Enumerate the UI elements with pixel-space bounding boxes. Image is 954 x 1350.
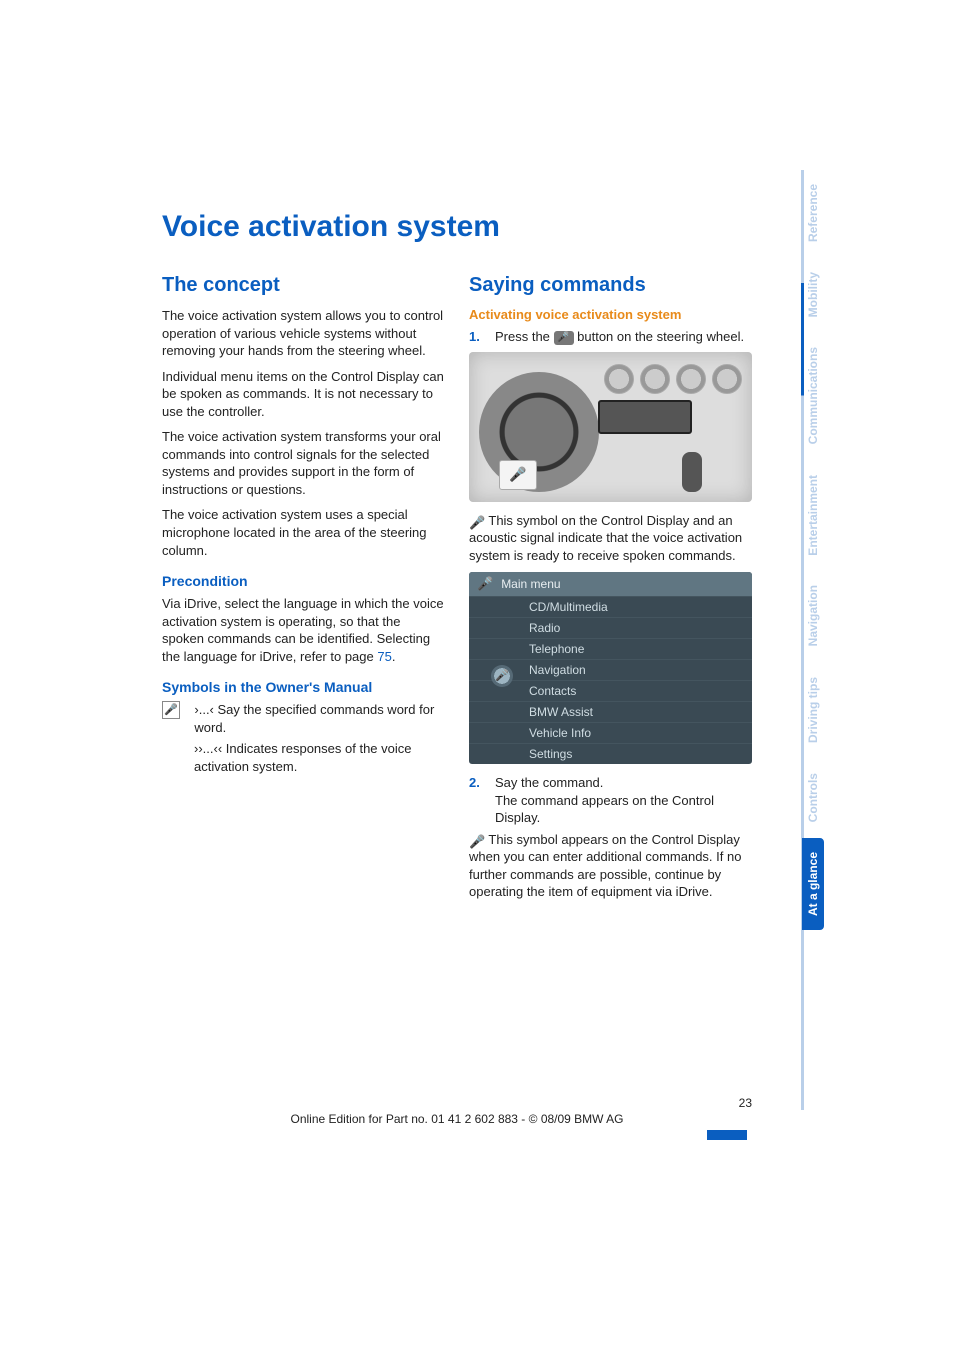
step-1a: Press the: [495, 329, 554, 344]
symbol-row-2: ››...‹‹ Indicates responses of the voice…: [162, 740, 445, 775]
tab-mobility[interactable]: Mobility: [802, 258, 824, 331]
tab-communications[interactable]: Communications: [802, 333, 824, 458]
tab-driving-tips[interactable]: Driving tips: [802, 663, 824, 757]
symbol-2-desc: Indicates responses of the voice activat…: [194, 741, 412, 774]
menu-item: BMW Assist: [469, 701, 752, 722]
menu-header: 🎤 Main menu: [469, 572, 752, 596]
footer-bar-icon: [707, 1130, 747, 1140]
page-title: Voice activation system: [162, 210, 752, 244]
menu-item: Radio: [469, 617, 752, 638]
step-1-text: Press the 🎤 button on the steering wheel…: [495, 328, 744, 346]
voice-more-icon: 🎤: [469, 833, 485, 847]
precondition-text-a: Via iDrive, select the language in which…: [162, 596, 444, 664]
step-2a: Say the command.: [495, 775, 603, 790]
concept-p4: The voice activation system uses a speci…: [162, 506, 445, 559]
page-number: 23: [162, 1096, 752, 1110]
symbol-1-desc: Say the specified commands word for word…: [194, 702, 434, 735]
symbol-1-mark: ›...‹: [194, 702, 214, 717]
precondition-text-b: .: [392, 649, 396, 664]
ready-text-body: This symbol on the Control Display and a…: [469, 513, 742, 563]
menu-item: Telephone: [469, 638, 752, 659]
symbol-2-text: ››...‹‹ Indicates responses of the voice…: [194, 740, 445, 775]
heading-concept: The concept: [162, 274, 445, 297]
menu-item-label: Navigation: [529, 663, 586, 677]
steering-wheel-icon: [479, 372, 599, 492]
menu-item: Contacts: [469, 680, 752, 701]
tab-navigation[interactable]: Navigation: [802, 571, 824, 660]
voice-icon: 🎤: [162, 701, 180, 719]
main-menu-figure: 🎤 Main menu CD/Multimedia Radio Telephon…: [469, 572, 752, 764]
footer-line: Online Edition for Part no. 01 41 2 602 …: [290, 1112, 623, 1126]
menu-voice-icon: 🎤: [477, 576, 493, 592]
step-2b: The command appears on the Control Displ…: [495, 793, 714, 826]
step-1-num: 1.: [469, 328, 487, 346]
section-tabs: Reference Mobility Communications Entert…: [802, 170, 824, 930]
menu-title: Main menu: [501, 577, 560, 591]
tab-reference[interactable]: Reference: [802, 170, 824, 256]
symbol-2-mark: ››...‹‹: [194, 741, 222, 756]
vents-icon: [604, 364, 742, 394]
talk-button-callout-icon: 🎤: [499, 460, 537, 490]
step-1b: button on the steering wheel.: [574, 329, 745, 344]
menu-item: 🎤 Navigation: [469, 659, 752, 680]
page-link-75[interactable]: 75: [377, 649, 391, 664]
talk-button-icon: 🎤: [554, 331, 574, 345]
step-1: 1. Press the 🎤 button on the steering wh…: [469, 328, 752, 346]
menu-item: Settings: [469, 743, 752, 764]
menu-item: Vehicle Info: [469, 722, 752, 743]
heading-symbols: Symbols in the Owner's Manual: [162, 679, 445, 695]
center-screen-icon: [598, 400, 692, 434]
symbol-row-1: 🎤 ›...‹ Say the specified commands word …: [162, 701, 445, 736]
concept-p3: The voice activation system transforms y…: [162, 428, 445, 498]
step-2: 2. Say the command. The command appears …: [469, 774, 752, 827]
tab-controls[interactable]: Controls: [802, 759, 824, 836]
ready-text: 🎤 This symbol on the Control Display and…: [469, 512, 752, 565]
column-left: The concept The voice activation system …: [162, 274, 445, 909]
step-2-num: 2.: [469, 774, 487, 827]
column-right: Saying commands Activating voice activat…: [469, 274, 752, 909]
tail-text: 🎤 This symbol appears on the Control Dis…: [469, 831, 752, 901]
heading-saying-commands: Saying commands: [469, 274, 752, 297]
voice-ready-icon: 🎤: [469, 514, 485, 528]
page-footer: 23 Online Edition for Part no. 01 41 2 6…: [162, 1096, 752, 1140]
step-2-text: Say the command. The command appears on …: [495, 774, 752, 827]
precondition-text: Via iDrive, select the language in which…: [162, 595, 445, 665]
heading-activating: Activating voice activation system: [469, 307, 752, 322]
menu-item: CD/Multimedia: [469, 596, 752, 617]
dashboard-figure: 🎤: [469, 352, 752, 502]
heading-precondition: Precondition: [162, 573, 445, 589]
shifter-icon: [682, 452, 702, 492]
tail-text-body: This symbol appears on the Control Displ…: [469, 832, 741, 900]
concept-p1: The voice activation system allows you t…: [162, 307, 445, 360]
tab-at-a-glance[interactable]: At a glance: [802, 838, 824, 930]
tab-entertainment[interactable]: Entertainment: [802, 461, 824, 570]
concept-p2: Individual menu items on the Control Dis…: [162, 368, 445, 421]
symbol-1-text: ›...‹ Say the specified commands word fo…: [194, 701, 445, 736]
